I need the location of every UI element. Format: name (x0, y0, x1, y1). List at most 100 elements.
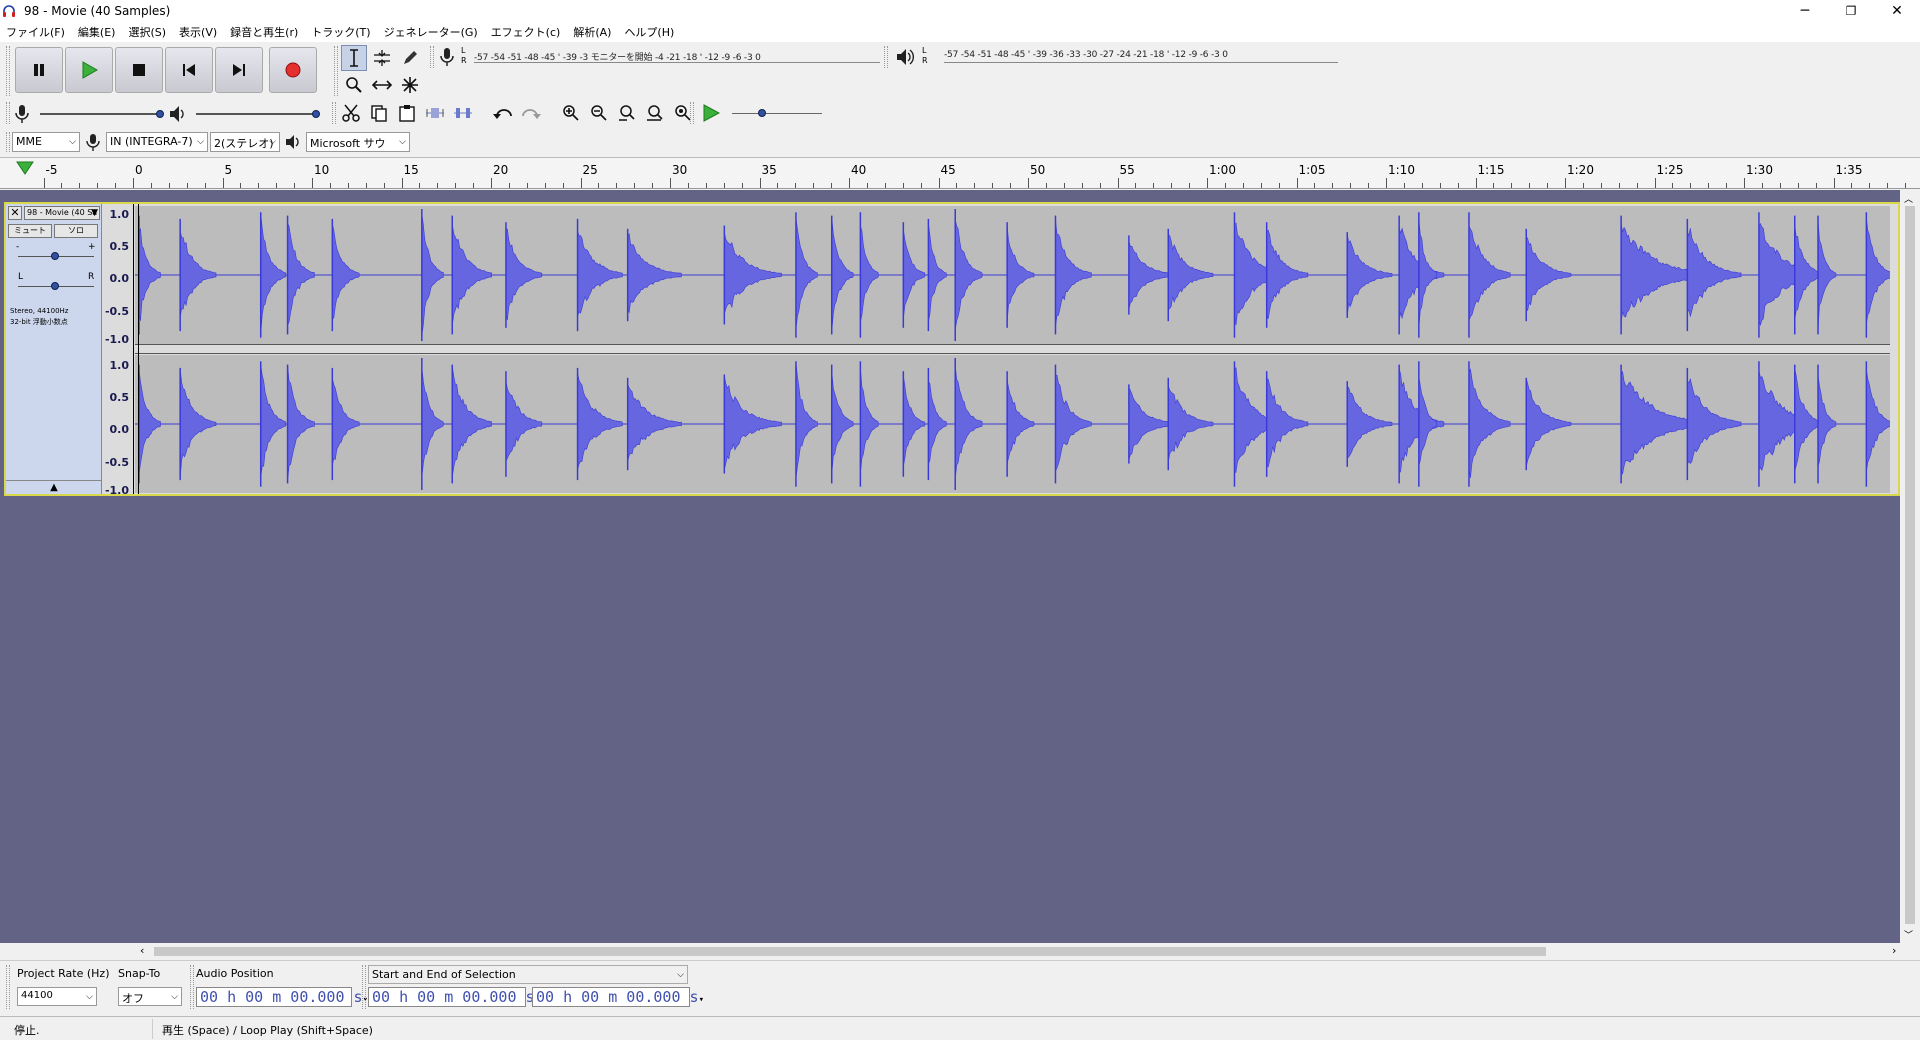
minimize-button[interactable]: ─ (1782, 0, 1828, 22)
play-button[interactable] (65, 47, 113, 93)
timeline-ruler[interactable]: -5 0 5 10 15 20 25 30 35 40 45 50 55 1:00 1:05 1:10 1:15… (0, 157, 1920, 189)
selection-tool[interactable] (341, 45, 367, 71)
play-at-speed-icon[interactable] (702, 104, 720, 122)
waveform-left-channel[interactable] (135, 206, 1890, 344)
cut-button[interactable] (338, 100, 364, 126)
input-device-select[interactable]: IN (INTEGRA-7) ⌵ (106, 132, 208, 152)
redo-button[interactable] (518, 100, 544, 126)
stop-button[interactable] (115, 47, 163, 93)
ruler-minor-tick (1457, 183, 1459, 188)
menu-view[interactable]: 表示(V) (179, 24, 217, 40)
playback-meter[interactable]: -57 -54 -51 -48 -45 ' -39 -36 -33 -30 -2… (944, 50, 1338, 60)
scroll-left-arrow-icon[interactable]: ‹ (140, 944, 144, 957)
horizontal-scroll-thumb[interactable] (154, 947, 1546, 956)
toolbar-grip[interactable] (884, 46, 888, 68)
toolbar-grip[interactable] (334, 46, 338, 96)
microphone-icon[interactable] (438, 47, 456, 67)
input-volume-thumb[interactable] (156, 110, 164, 118)
zoom-out-button[interactable] (586, 100, 612, 126)
output-device-select[interactable]: Microsoft サウ ⌵ (306, 132, 410, 152)
ruler-label: 35 (761, 163, 777, 177)
multi-tool[interactable] (397, 72, 423, 98)
speaker-icon[interactable] (895, 47, 915, 67)
menu-help[interactable]: ヘルプ(H) (624, 24, 674, 40)
horizontal-scrollbar[interactable]: ‹ › (130, 943, 1920, 960)
ruler-label: 50 (1030, 163, 1046, 177)
zoom-in-button[interactable] (558, 100, 584, 126)
record-button[interactable] (269, 47, 317, 93)
copy-button[interactable] (366, 100, 392, 126)
input-volume-slider[interactable] (40, 110, 164, 118)
audio-host-select[interactable]: MME ⌵ (12, 132, 80, 152)
toolbar-grip[interactable] (332, 102, 336, 124)
toolbar-grip[interactable] (430, 46, 434, 68)
gain-slider-thumb[interactable] (51, 252, 59, 260)
project-rate-select[interactable]: 44100 ⌵ (17, 987, 97, 1006)
track-name-menu[interactable]: 98 - Movie (40 Sa ▼ (24, 206, 100, 220)
play-icon (82, 61, 98, 79)
scroll-down-arrow-icon[interactable]: ﹀ (1904, 928, 1913, 941)
scroll-right-arrow-icon[interactable]: › (1892, 944, 1896, 957)
vertical-amplitude-scale[interactable]: 1.0 0.5 0.0 -0.5 -1.0 1.0 0.5 0.0 -0.5 -1.0 (102, 204, 134, 497)
zoom-tool[interactable] (341, 72, 367, 98)
trim-button[interactable] (422, 100, 448, 126)
vertical-scrollbar[interactable]: ︿ ﹀ (1900, 190, 1920, 943)
waveform-hit (1468, 225, 1511, 321)
audio-track[interactable]: ✕ 98 - Movie (40 Sa ▼ ミュート ソロ - + L R Ste… (4, 202, 1900, 497)
ruler-minor-tick (97, 183, 99, 188)
ruler-minor-tick (1242, 183, 1244, 188)
silence-button[interactable] (450, 100, 476, 126)
output-volume-thumb[interactable] (312, 110, 320, 118)
ruler-tick (1654, 178, 1656, 188)
selection-start-field[interactable]: 00 h 00 m 00.000 s▾ (368, 987, 540, 1007)
play-speed-slider[interactable] (732, 109, 822, 117)
toolbar-grip[interactable] (6, 46, 10, 96)
time-shift-tool[interactable] (369, 72, 395, 98)
menu-generate[interactable]: ジェネレーター(G) (384, 24, 478, 40)
menu-effect[interactable]: エフェクト(c) (491, 24, 561, 40)
ruler-minor-tick (437, 183, 439, 188)
pan-slider-thumb[interactable] (51, 282, 59, 290)
output-volume-slider[interactable] (196, 110, 320, 118)
input-channels-select[interactable]: 2(ステレオ) ⌵ (210, 132, 280, 152)
waveform-hit (577, 372, 623, 471)
menu-select[interactable]: 選択(S) (128, 24, 166, 40)
scroll-up-arrow-icon[interactable]: ︿ (1904, 192, 1913, 205)
vertical-scroll-thumb[interactable] (1905, 206, 1915, 924)
track-close-button[interactable]: ✕ (8, 206, 22, 220)
toolbar-grip[interactable] (190, 965, 194, 1009)
selection-end-field[interactable]: 00 h 00 m 00.000 s▾ (532, 987, 704, 1007)
ruler-minor-tick (616, 183, 618, 188)
snap-to-select[interactable]: オフ ⌵ (118, 987, 182, 1006)
paste-button[interactable] (394, 100, 420, 126)
menu-analyze[interactable]: 解析(A) (573, 24, 611, 40)
fit-selection-button[interactable] (614, 100, 640, 126)
collapse-track-button[interactable]: ▲ (6, 480, 102, 494)
undo-button[interactable] (490, 100, 516, 126)
skip-start-button[interactable] (165, 47, 213, 93)
skip-end-button[interactable] (215, 47, 263, 93)
toolbar-grip[interactable] (6, 965, 10, 1009)
menu-file[interactable]: ファイル(F) (6, 24, 65, 40)
toolbar-grip[interactable] (690, 102, 694, 124)
mute-button[interactable]: ミュート (8, 224, 52, 238)
audio-position-field[interactable]: 00 h 00 m 00.000 s▾ (196, 987, 368, 1007)
fit-project-button[interactable] (642, 100, 668, 126)
play-speed-thumb[interactable] (758, 109, 766, 117)
toolbar-grip[interactable] (6, 132, 10, 152)
close-button[interactable]: ✕ (1874, 0, 1920, 22)
menu-transport[interactable]: 録音と再生(r) (230, 24, 298, 40)
draw-tool[interactable] (397, 45, 423, 71)
ruler-label: 40 (851, 163, 867, 177)
envelope-tool[interactable] (369, 45, 395, 71)
selection-mode-select[interactable]: Start and End of Selection ⌵ (368, 965, 688, 984)
toolbar-grip[interactable] (362, 965, 366, 1009)
solo-button[interactable]: ソロ (54, 224, 98, 238)
menu-edit[interactable]: 編集(E) (78, 24, 116, 40)
pause-button[interactable] (15, 47, 63, 93)
maximize-button[interactable]: ❐ (1828, 0, 1874, 22)
menu-tracks[interactable]: トラック(T) (311, 24, 370, 40)
pinned-play-head-icon[interactable] (16, 161, 34, 175)
toolbar-grip[interactable] (6, 102, 10, 124)
waveform-right-channel[interactable] (135, 355, 1890, 493)
